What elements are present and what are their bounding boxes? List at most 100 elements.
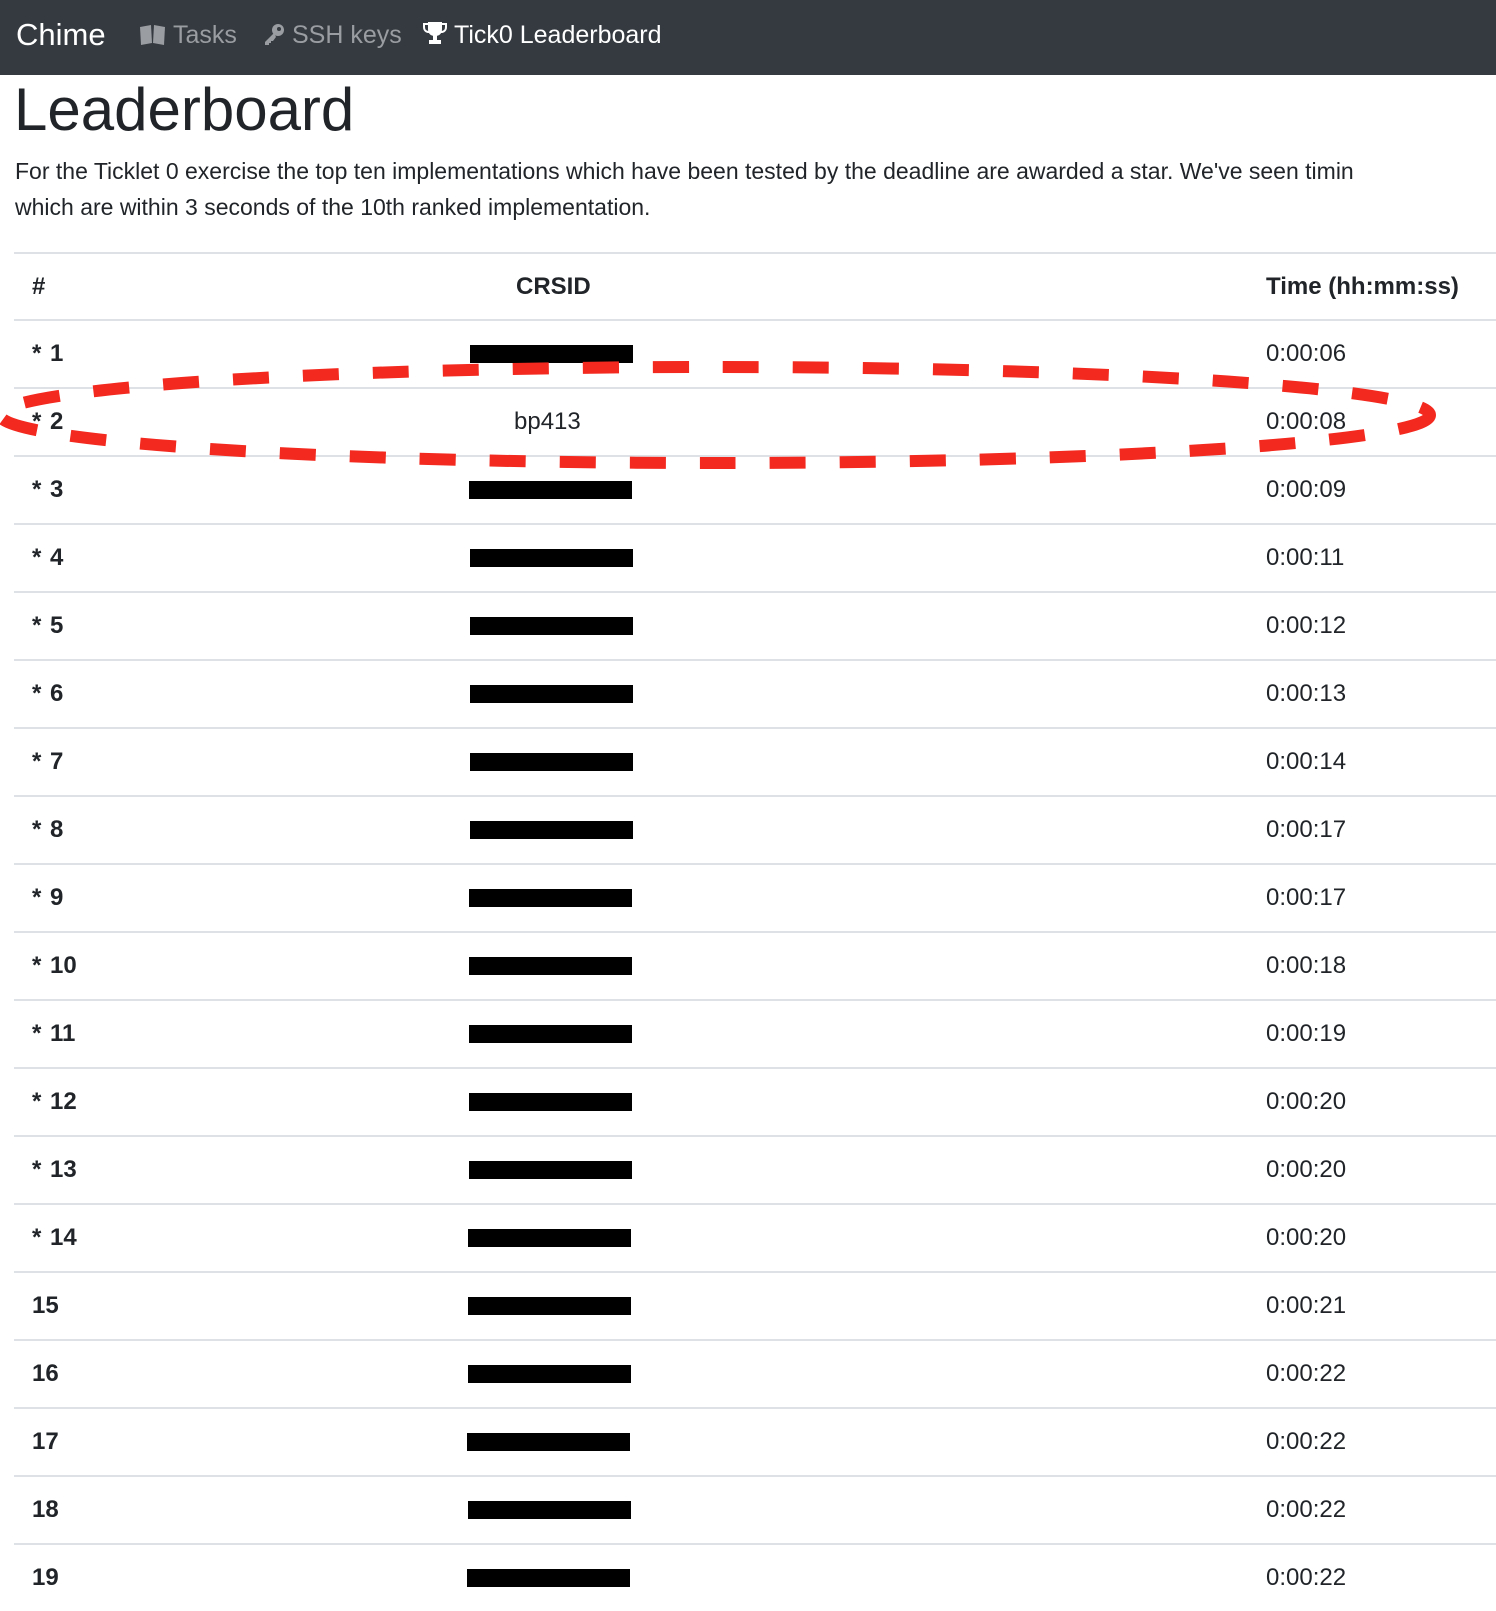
redaction-bar	[470, 753, 633, 771]
book-icon	[140, 25, 165, 45]
time-cell: 0:00:14	[1236, 727, 1496, 796]
table-row: * 12 0:00:20	[14, 1067, 1496, 1136]
redaction-bar	[470, 549, 633, 567]
rank-cell: * 4	[14, 523, 472, 592]
redaction-bar	[469, 1025, 632, 1043]
leaderboard-body: * 1 0:00:06 * 2 bp413 0:00:08 * 3 0:00:09 * 4 0:00:1…	[14, 319, 1496, 1611]
rank-value: 17	[32, 1428, 59, 1455]
rank-value: 11	[50, 1020, 76, 1047]
table-header-row: # CRSID Time (hh:mm:ss)	[14, 252, 1496, 320]
rank-value: 16	[32, 1360, 59, 1387]
nav-tick0-leaderboard-label: Tick0 Leaderboard	[454, 21, 662, 49]
table-row: * 1 0:00:06	[14, 319, 1496, 388]
crsid-cell	[469, 999, 1236, 1068]
time-cell: 0:00:19	[1236, 999, 1496, 1068]
crsid-value: bp413	[514, 408, 581, 435]
time-cell: 0:00:08	[1236, 387, 1496, 456]
trophy-icon	[423, 22, 447, 44]
crsid-cell	[470, 659, 1236, 728]
crsid-cell	[470, 523, 1236, 592]
crsid-cell	[468, 1475, 1236, 1544]
crsid-cell	[468, 1203, 1236, 1272]
time-cell: 0:00:22	[1236, 1407, 1496, 1476]
rank-cell: * 5	[14, 591, 472, 660]
nav-ssh-keys[interactable]: SSH keys	[262, 18, 402, 52]
rank-value: 1	[50, 340, 64, 367]
time-cell: 0:00:22	[1236, 1475, 1496, 1544]
table-row: * 13 0:00:20	[14, 1135, 1496, 1204]
rank-value: 9	[50, 884, 64, 911]
star-marker: *	[32, 1020, 42, 1047]
rank-column-header: #	[14, 252, 472, 320]
rank-value: 2	[50, 408, 64, 435]
star-marker: *	[32, 612, 42, 639]
rank-value: 14	[50, 1224, 77, 1251]
rank-cell: * 3	[14, 455, 472, 524]
time-cell: 0:00:17	[1236, 863, 1496, 932]
table-row: * 9 0:00:17	[14, 863, 1496, 932]
table-row: 15 0:00:21	[14, 1271, 1496, 1340]
time-cell: 0:00:18	[1236, 931, 1496, 1000]
nav-tasks[interactable]: Tasks	[139, 18, 237, 52]
redaction-bar	[469, 957, 632, 975]
crsid-cell	[469, 931, 1236, 1000]
table-row: * 5 0:00:12	[14, 591, 1496, 660]
time-cell: 0:00:13	[1236, 659, 1496, 728]
table-row: * 3 0:00:09	[14, 455, 1496, 524]
nav-tick0-leaderboard[interactable]: Tick0 Leaderboard	[422, 18, 662, 52]
brand-link[interactable]: Chime	[16, 15, 106, 55]
crsid-cell	[468, 1271, 1236, 1340]
rank-cell: * 8	[14, 795, 472, 864]
time-cell: 0:00:20	[1236, 1203, 1496, 1272]
rank-value: 5	[50, 612, 64, 639]
crsid-cell	[469, 1135, 1236, 1204]
rank-cell: * 10	[14, 931, 472, 1000]
redaction-bar	[469, 889, 632, 907]
table-row: 17 0:00:22	[14, 1407, 1496, 1476]
star-marker: *	[32, 1088, 42, 1115]
rank-value: 8	[50, 816, 64, 843]
table-row: * 8 0:00:17	[14, 795, 1496, 864]
table-row: * 2 bp413 0:00:08	[14, 387, 1496, 456]
rank-cell: 18	[14, 1475, 472, 1544]
time-column-header: Time (hh:mm:ss)	[1236, 252, 1496, 320]
rank-value: 7	[50, 748, 64, 775]
star-marker: *	[32, 340, 42, 367]
rank-value: 6	[50, 680, 64, 707]
crsid-cell	[467, 1543, 1236, 1611]
crsid-cell	[469, 455, 1236, 524]
crsid-cell: bp413	[472, 387, 1236, 456]
redaction-bar	[467, 1433, 630, 1451]
star-marker: *	[32, 1156, 42, 1183]
intro-line-2: which are within 3 seconds of the 10th r…	[15, 194, 651, 220]
rank-cell: 19	[14, 1543, 472, 1611]
time-cell: 0:00:22	[1236, 1339, 1496, 1408]
star-marker: *	[32, 1224, 42, 1251]
time-cell: 0:00:21	[1236, 1271, 1496, 1340]
redaction-bar	[469, 1093, 632, 1111]
crsid-column-header: CRSID	[472, 252, 1236, 320]
crsid-cell	[469, 863, 1236, 932]
rank-cell: 15	[14, 1271, 472, 1340]
rank-value: 15	[32, 1292, 59, 1319]
crsid-cell	[469, 1067, 1236, 1136]
crsid-cell	[470, 795, 1236, 864]
rank-cell: * 7	[14, 727, 472, 796]
rank-cell: * 1	[14, 319, 472, 388]
table-row: * 11 0:00:19	[14, 999, 1496, 1068]
redaction-bar	[470, 685, 633, 703]
rank-value: 18	[32, 1496, 59, 1523]
table-row: * 7 0:00:14	[14, 727, 1496, 796]
table-row: 18 0:00:22	[14, 1475, 1496, 1544]
star-marker: *	[32, 408, 42, 435]
crsid-cell	[467, 1407, 1236, 1476]
rank-value: 10	[50, 952, 77, 979]
time-cell: 0:00:06	[1236, 319, 1496, 388]
table-row: * 6 0:00:13	[14, 659, 1496, 728]
rank-cell: * 14	[14, 1203, 472, 1272]
star-marker: *	[32, 680, 42, 707]
time-cell: 0:00:11	[1236, 523, 1496, 592]
rank-cell: 17	[14, 1407, 472, 1476]
table-row: 19 0:00:22	[14, 1543, 1496, 1611]
time-cell: 0:00:20	[1236, 1067, 1496, 1136]
